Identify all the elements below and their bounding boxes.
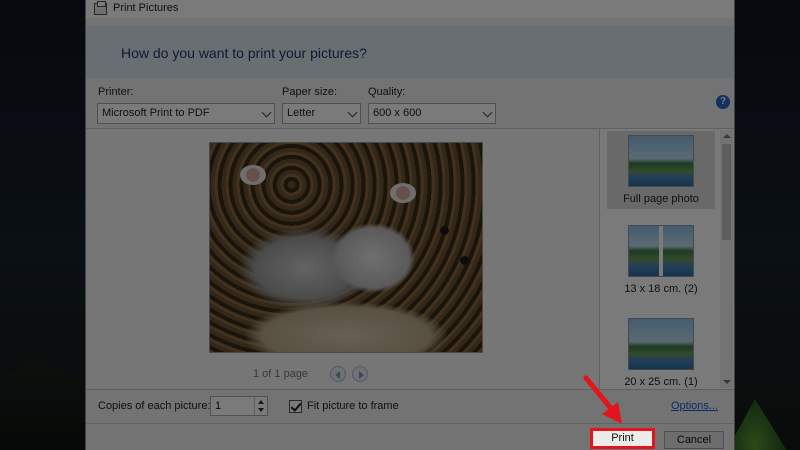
layout-full-page-photo[interactable]: Full page photo: [607, 131, 715, 209]
chevron-down-icon: [261, 107, 272, 118]
layout-list: Full page photo 13 x 18 cm. (2) 20 x 25 …: [599, 128, 734, 390]
fit-picture-checkbox[interactable]: [289, 400, 302, 413]
next-page-button[interactable]: [352, 366, 368, 382]
options-link[interactable]: Options...: [671, 400, 718, 412]
scroll-up-icon[interactable]: [723, 134, 731, 138]
quality-select[interactable]: 600 x 600: [368, 103, 496, 124]
paper-size-select[interactable]: Letter: [282, 103, 361, 124]
layout-label: 13 x 18 cm. (2): [624, 283, 698, 295]
header-banner: How do you want to print your pictures?: [86, 26, 734, 78]
window-title: Print Pictures: [113, 2, 179, 14]
kitten-eye: [460, 256, 469, 265]
paper-size-value: Letter: [287, 107, 316, 119]
print-preview: 1 of 1 page: [86, 128, 599, 390]
layout-20x25[interactable]: 20 x 25 cm. (1): [607, 314, 715, 392]
layout-13x18[interactable]: 13 x 18 cm. (2): [607, 221, 715, 299]
kitten-paw: [390, 183, 416, 203]
help-icon[interactable]: ?: [716, 95, 730, 109]
layout-label: Full page photo: [623, 193, 699, 205]
fit-picture-label: Fit picture to frame: [307, 400, 399, 412]
increment-icon[interactable]: [258, 400, 264, 404]
copies-stepper[interactable]: [254, 397, 267, 415]
previous-page-button[interactable]: [330, 366, 346, 382]
paper-size-label: Paper size:: [282, 86, 338, 98]
quality-value: 600 x 600: [373, 107, 422, 119]
title-bar: Print Pictures: [86, 0, 734, 18]
scroll-down-icon[interactable]: [723, 380, 731, 384]
layout-thumbnail: [628, 225, 694, 277]
print-pictures-dialog: Print Pictures How do you want to print …: [85, 0, 735, 450]
quality-label: Quality:: [368, 86, 406, 98]
layout-label: 20 x 25 cm. (1): [624, 376, 698, 388]
kitten-photo-preview: [209, 142, 483, 353]
desktop-hill: [0, 360, 90, 450]
banner-heading: How do you want to print your pictures?: [121, 45, 367, 61]
chevron-down-icon: [347, 107, 358, 118]
scrollbar-thumb[interactable]: [722, 144, 731, 240]
copies-label: Copies of each picture:: [98, 400, 211, 412]
footer-divider: [86, 423, 734, 424]
layout-thumbnail: [628, 318, 694, 370]
printer-icon: [94, 1, 107, 15]
page-indicator: 1 of 1 page: [253, 368, 309, 380]
printer-value: Microsoft Print to PDF: [102, 107, 210, 119]
copies-value: 1: [215, 400, 222, 412]
chevron-down-icon: [482, 107, 493, 118]
printer-select[interactable]: Microsoft Print to PDF: [97, 103, 275, 124]
kitten-eye: [440, 226, 449, 235]
kitten-paw: [240, 165, 266, 185]
decrement-icon[interactable]: [258, 408, 264, 412]
printer-label: Printer:: [98, 86, 134, 98]
layout-thumbnail: [628, 135, 694, 187]
layout-scrollbar[interactable]: [720, 130, 733, 388]
cancel-button[interactable]: Cancel: [664, 431, 724, 449]
